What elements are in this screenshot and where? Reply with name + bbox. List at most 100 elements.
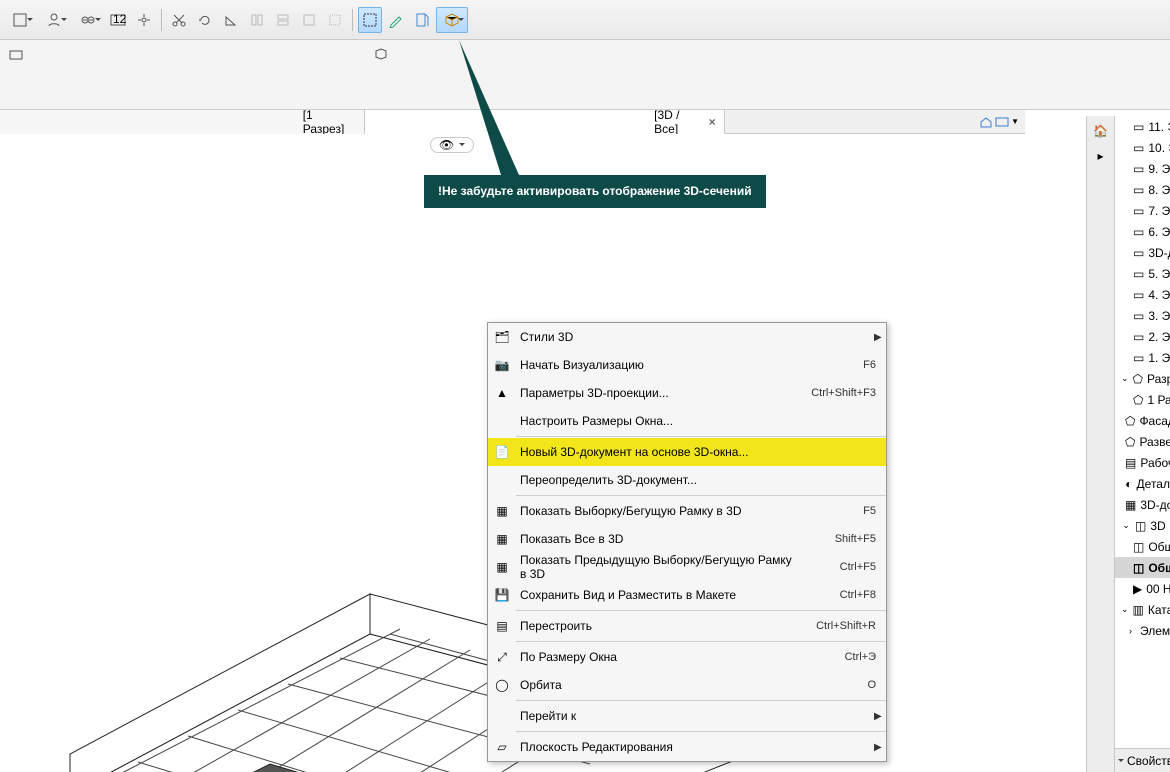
nav-item[interactable]: ▭ 8. Эт	[1115, 179, 1170, 200]
ctx-shortcut: O	[800, 679, 886, 691]
toolbar-select-box-button[interactable]	[358, 7, 382, 33]
nav-item[interactable]: ▶00 Н	[1115, 578, 1170, 599]
nav-item[interactable]: ▭9. Эт	[1115, 158, 1170, 179]
nav-label: Разре	[1147, 372, 1170, 386]
plane-icon: ▱	[488, 740, 516, 754]
ctx-item[interactable]: Настроить Размеры Окна...	[488, 407, 886, 435]
toolbar-scissors-button[interactable]	[167, 7, 191, 33]
nav-item[interactable]: ▦3D-до	[1115, 494, 1170, 515]
toolbar-angle-button[interactable]	[219, 7, 243, 33]
nav-item[interactable]: ▭2. Эт	[1115, 326, 1170, 347]
plan-icon: ▭	[1133, 309, 1144, 323]
nav-item[interactable]: ▭7. Эт	[1115, 200, 1170, 221]
nav-label: Общ	[1148, 561, 1170, 575]
ctx-shortcut: Shift+F5	[800, 533, 886, 545]
nav-label: Рабоч	[1140, 456, 1170, 470]
view-visibility-toggle[interactable]: 👁	[430, 137, 474, 153]
ctx-item[interactable]: ▦Показать Предыдущую Выборку/Бегущую Рам…	[488, 553, 886, 581]
ctx-item[interactable]: 📄Новый 3D-документ на основе 3D-окна...	[488, 438, 886, 466]
nav-label: 10. Э	[1148, 141, 1170, 155]
cube-icon: ◫	[1133, 540, 1144, 554]
context-menu: 🗂Стили 3D▶📷Начать ВизуализациюF6▲Парамет…	[487, 322, 887, 762]
nav-item[interactable]: ▭11. Э	[1115, 116, 1170, 137]
toolbar-pencil-button[interactable]	[384, 7, 408, 33]
nav-item[interactable]: ›Элем	[1115, 620, 1170, 641]
ctx-label: Перейти к	[516, 709, 874, 723]
toolbar-cube3d-button[interactable]	[436, 7, 468, 33]
nav-item[interactable]: ▭3. Эт	[1115, 305, 1170, 326]
nav-item[interactable]: ⬠1 Раз	[1115, 389, 1170, 410]
tab-section[interactable]: [1 Разрез]	[0, 110, 365, 134]
plan-icon: ▭	[1133, 288, 1144, 302]
nav-item[interactable]: ▭4. Эт	[1115, 284, 1170, 305]
toolbar-file-button[interactable]	[4, 7, 36, 33]
tabs-overflow: ▼	[725, 110, 1025, 133]
toolbar-grid12-button[interactable]: 12	[106, 7, 130, 33]
ctx-item[interactable]: Переопределить 3D-документ...	[488, 466, 886, 494]
ctx-label: Плоскость Редактирования	[516, 740, 874, 754]
box-icon: ⬠	[1133, 372, 1143, 386]
nav-item[interactable]: ◐Детал	[1115, 473, 1170, 494]
nav-label: 8. Эт	[1148, 183, 1170, 197]
side-strip-more-button[interactable]: ▸	[1090, 145, 1112, 167]
box-icon: ⬠	[1133, 393, 1143, 407]
nav-item[interactable]: ▭1. Эт	[1115, 347, 1170, 368]
toolbar-flip-v-button[interactable]	[271, 7, 295, 33]
nav-item[interactable]: ▭6. Эт	[1115, 221, 1170, 242]
ctx-item[interactable]: 🗂Стили 3D▶	[488, 323, 886, 351]
toolbar-target-button[interactable]	[132, 7, 156, 33]
ctx-item[interactable]: ▤ПерестроитьCtrl+Shift+R	[488, 612, 886, 640]
ctx-item[interactable]: ▦Показать Все в 3DShift+F5	[488, 525, 886, 553]
toolbar-box-wire-button[interactable]	[323, 7, 347, 33]
plan-icon	[995, 115, 1009, 129]
ctx-item[interactable]: 💾Сохранить Вид и Разместить в МакетеCtrl…	[488, 581, 886, 609]
view-tabs: [1 Разрез] [3D / Все] × ▼	[0, 110, 1025, 134]
ctx-label: По Размеру Окна	[516, 650, 800, 664]
save-icon: 💾	[488, 588, 516, 602]
toolbar-rotate-button[interactable]	[193, 7, 217, 33]
svg-text:12: 12	[113, 12, 126, 26]
nav-item[interactable]: ▭3D-до	[1115, 242, 1170, 263]
toolbar-flip-h-button[interactable]	[245, 7, 269, 33]
properties-header[interactable]: Свойства	[1114, 748, 1170, 772]
nav-item[interactable]: ◫Общ	[1115, 557, 1170, 578]
nav-item[interactable]: ▤Рабоч	[1115, 452, 1170, 473]
plan-icon: ▭	[1133, 141, 1144, 155]
plan-icon: ▭	[1133, 183, 1144, 197]
tabs-menu-button[interactable]: ▼	[979, 115, 1019, 129]
ctx-shortcut: Ctrl+Shift+R	[800, 620, 886, 632]
ctx-shortcut: F6	[800, 359, 886, 371]
nav-item[interactable]: ▭5. Эт	[1115, 263, 1170, 284]
show-icon: ▦	[488, 504, 516, 518]
tab-close-button[interactable]: ×	[709, 115, 716, 129]
toolbar-page3d-button[interactable]	[410, 7, 434, 33]
fit-icon: ⤢	[488, 650, 516, 665]
nav-label: 9. Эт	[1148, 162, 1170, 176]
nav-item[interactable]: ▭ 10. Э	[1115, 137, 1170, 158]
ctx-label: Переопределить 3D-документ...	[516, 473, 886, 487]
toolbar-link-button[interactable]	[72, 7, 104, 33]
nav-item[interactable]: ⌄⬠Разре	[1115, 368, 1170, 389]
catalog-icon: ▥	[1133, 603, 1144, 617]
submenu-arrow-icon: ▶	[874, 332, 886, 343]
nav-item[interactable]: ⌄◫3D	[1115, 515, 1170, 536]
nav-label: 7. Эт	[1148, 204, 1170, 218]
twist-icon: ⌄	[1121, 604, 1129, 615]
ctx-item[interactable]: 📷Начать ВизуализациюF6	[488, 351, 886, 379]
nav-item[interactable]: ◫Общ	[1115, 536, 1170, 557]
3ddoc-icon: ▦	[1125, 498, 1136, 512]
ctx-item[interactable]: ⤢По Размеру ОкнаCtrl+Э	[488, 643, 886, 671]
ctx-item[interactable]: ◯ОрбитаO	[488, 671, 886, 699]
ctx-item[interactable]: ▲Параметры 3D-проекции...Ctrl+Shift+F3	[488, 379, 886, 407]
nav-item[interactable]: ⬠Фасад	[1115, 410, 1170, 431]
tab-3d[interactable]: [3D / Все] ×	[365, 110, 725, 134]
ctx-item[interactable]: ▦Показать Выборку/Бегущую Рамку в 3DF5	[488, 497, 886, 525]
ctx-item[interactable]: Перейти к▶	[488, 702, 886, 730]
ctx-item[interactable]: ▱Плоскость Редактирования▶	[488, 733, 886, 761]
toolbar-user-button[interactable]	[38, 7, 70, 33]
nav-item[interactable]: ⌄▥Катал	[1115, 599, 1170, 620]
ctx-label: Показать Все в 3D	[516, 532, 800, 546]
nav-item[interactable]: ⬠Развер	[1115, 431, 1170, 452]
toolbar-box-solid-button[interactable]	[297, 7, 321, 33]
side-strip-home-button[interactable]: 🏠	[1090, 120, 1112, 142]
